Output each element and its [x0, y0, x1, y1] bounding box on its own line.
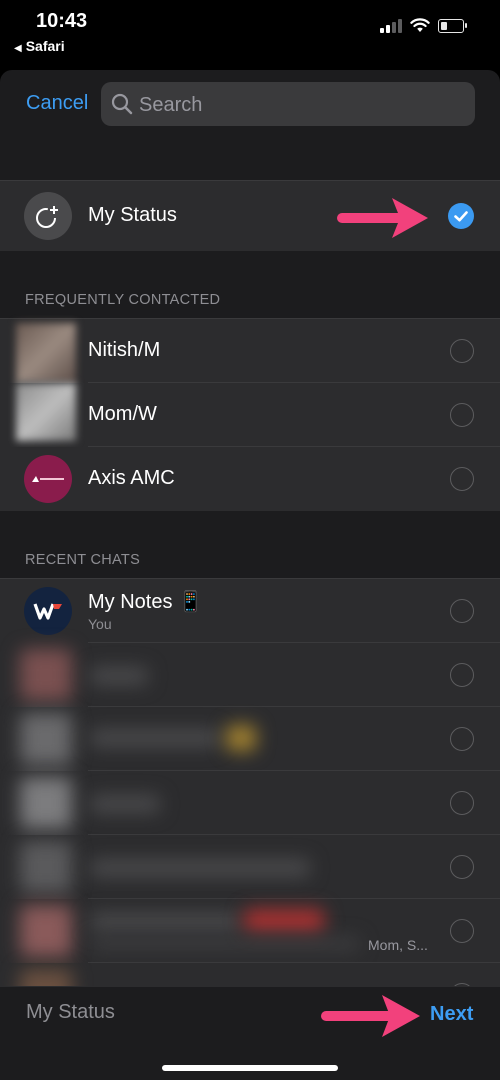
chat-members-snippet: Mom, S...	[368, 937, 428, 953]
recent-chats-header: RECENT CHATS	[25, 552, 141, 568]
status-time: 10:43	[36, 10, 88, 32]
contact-name: Axis AMC	[88, 467, 175, 489]
contact-avatar-blurred	[16, 383, 76, 441]
status-bar: 10:43 ◀ Safari	[0, 0, 500, 70]
search-input[interactable]	[137, 82, 461, 128]
contact-row[interactable]: Axis AMC	[0, 447, 500, 511]
status-avatar	[24, 192, 72, 240]
contact-checkbox[interactable]	[450, 403, 474, 427]
nav-bar: Cancel	[0, 70, 500, 180]
battery-icon	[438, 18, 467, 33]
chat-checkbox[interactable]	[450, 855, 474, 879]
my-status-label: My Status	[88, 204, 177, 226]
chat-row-blurred[interactable]	[0, 771, 500, 835]
contact-avatar-blurred	[16, 323, 76, 383]
contact-name: Mom/W	[88, 403, 157, 425]
next-button[interactable]: Next	[430, 1003, 473, 1026]
annotation-arrow-next	[321, 995, 420, 1037]
checkmark-icon	[454, 211, 468, 222]
my-notes-avatar	[24, 587, 72, 635]
chat-checkbox[interactable]	[450, 919, 474, 943]
chat-subtitle: You	[88, 616, 112, 632]
contact-name: Nitish/M	[88, 339, 161, 361]
back-to-app-link[interactable]: ◀ Safari	[14, 38, 65, 54]
contact-row[interactable]: Nitish/M	[0, 319, 500, 383]
selected-recipients-label: My Status	[26, 1001, 115, 1023]
wifi-icon	[410, 18, 430, 32]
home-indicator[interactable]	[162, 1065, 338, 1071]
search-bar[interactable]	[101, 82, 475, 128]
chat-row-blurred[interactable]	[0, 707, 500, 771]
contact-checkbox[interactable]	[450, 467, 474, 491]
contact-row[interactable]: Mom/W	[0, 383, 500, 447]
contact-checkbox[interactable]	[450, 339, 474, 363]
back-app-label: Safari	[25, 38, 65, 54]
back-triangle-icon: ◀	[14, 43, 22, 54]
chat-checkbox[interactable]	[450, 791, 474, 815]
chat-checkbox[interactable]	[450, 727, 474, 751]
chat-checkbox[interactable]	[450, 599, 474, 623]
add-status-icon	[36, 206, 58, 228]
my-status-checkbox[interactable]	[448, 203, 474, 229]
annotation-arrow-status	[337, 198, 428, 238]
frequently-contacted-header: FREQUENTLY CONTACTED	[25, 292, 221, 308]
search-icon	[111, 93, 133, 115]
status-icons	[380, 18, 467, 33]
chat-checkbox[interactable]	[450, 663, 474, 687]
axis-logo-avatar	[24, 455, 72, 503]
chat-row-blurred[interactable]	[0, 643, 500, 707]
chat-row[interactable]: My Notes 📱 You	[0, 579, 500, 643]
chat-row-blurred[interactable]: Mom, S...	[0, 899, 500, 963]
axis-logo-icon	[32, 476, 64, 482]
cellular-signal-icon	[380, 18, 402, 33]
bottom-bar: My Status Next	[0, 986, 500, 1080]
cancel-button[interactable]: Cancel	[26, 92, 88, 115]
chat-row-blurred[interactable]	[0, 835, 500, 899]
chat-name: My Notes 📱	[88, 591, 203, 613]
notes-logo-icon	[33, 603, 62, 620]
share-sheet: Cancel My Status FREQ	[0, 70, 500, 1080]
